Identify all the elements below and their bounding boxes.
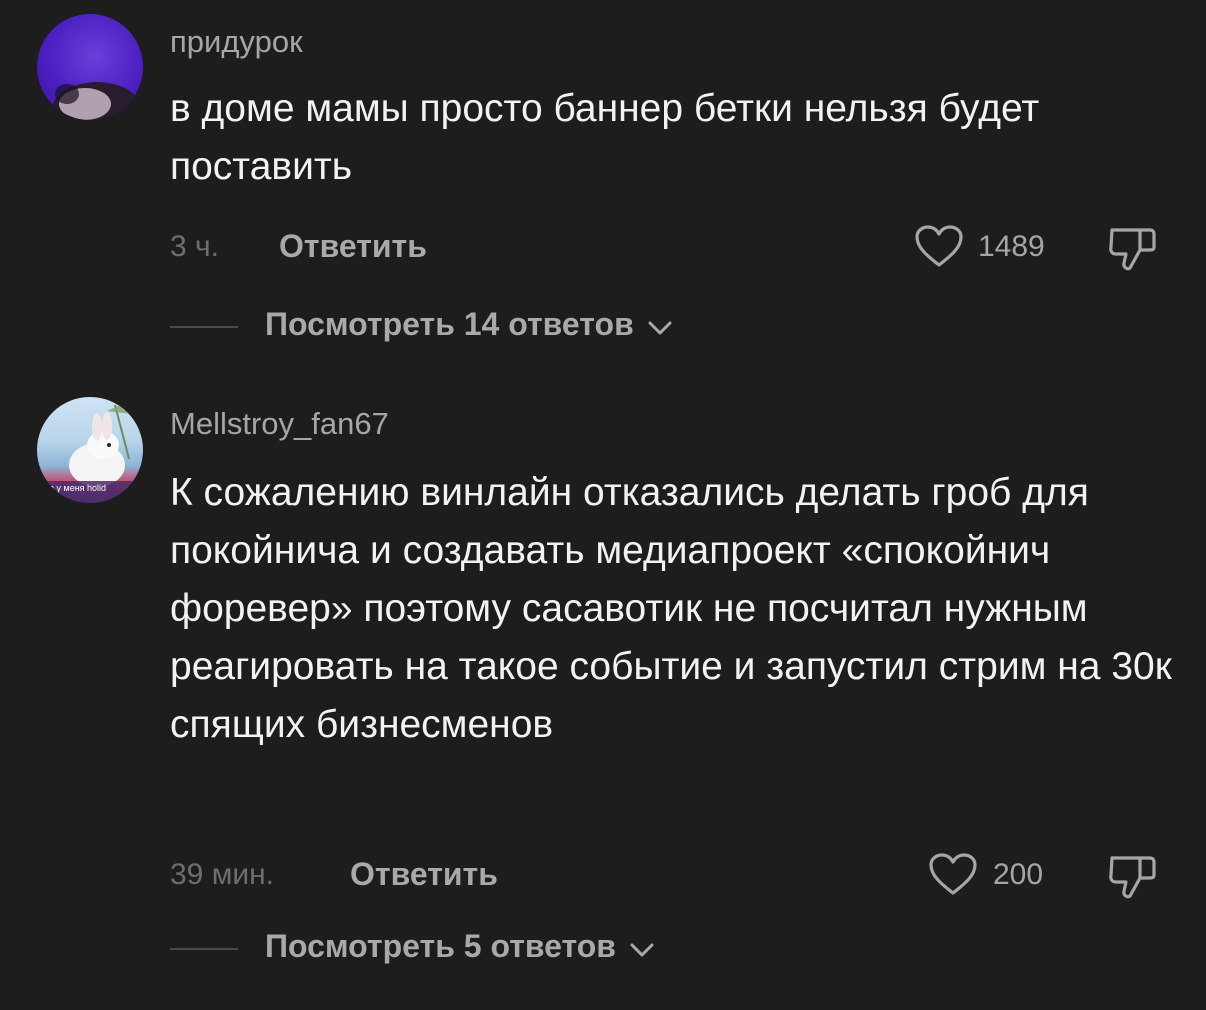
- chevron-down-icon: [629, 930, 655, 967]
- reply-button[interactable]: Ответить: [350, 856, 498, 893]
- comment-time: 39 мин.: [170, 858, 274, 891]
- like-button[interactable]: [914, 224, 964, 273]
- reply-button[interactable]: Ответить: [279, 228, 427, 265]
- view-replies-label: Посмотреть 5 ответов: [265, 928, 616, 964]
- heart-icon: [929, 853, 977, 895]
- chevron-down-icon: [647, 308, 673, 345]
- comment-actions: 39 мин. Ответить 200: [0, 850, 1206, 900]
- view-replies-button[interactable]: Посмотреть 14 ответов: [265, 306, 673, 345]
- dislike-button[interactable]: [1106, 224, 1160, 279]
- comment-text: в доме мамы просто баннер бетки нельзя б…: [170, 87, 1040, 188]
- like-count: 200: [993, 858, 1044, 891]
- replies-divider: [170, 326, 238, 328]
- thumbs-down-icon: [1109, 228, 1156, 271]
- comment-time: 3 ч.: [170, 230, 219, 263]
- like-count: 1489: [978, 230, 1045, 263]
- comment-username[interactable]: придурок: [170, 24, 303, 60]
- avatar[interactable]: ьте у меня holid: [37, 397, 143, 503]
- like-button[interactable]: [928, 852, 978, 901]
- comment-username[interactable]: Mellstroy_fan67: [170, 406, 389, 442]
- view-replies-row: Посмотреть 14 ответов: [0, 304, 1206, 348]
- view-replies-row: Посмотреть 5 ответов: [0, 926, 1206, 970]
- thumbs-down-icon: [1109, 856, 1156, 899]
- view-replies-label: Посмотреть 14 ответов: [265, 306, 634, 342]
- avatar[interactable]: [37, 14, 143, 120]
- replies-divider: [170, 948, 238, 950]
- comments-page: придурок в доме мамы просто баннер бетки…: [0, 0, 1206, 1010]
- avatar-caption: ьте у меня holid: [41, 483, 107, 493]
- comment-actions: 3 ч. Ответить 1489: [0, 222, 1206, 272]
- view-replies-button[interactable]: Посмотреть 5 ответов: [265, 928, 655, 967]
- profile-photo-icon: [51, 82, 143, 120]
- comment-text: К сожалению винлайн отказались делать гр…: [170, 471, 1172, 746]
- dislike-button[interactable]: [1106, 852, 1160, 907]
- heart-icon: [915, 225, 963, 267]
